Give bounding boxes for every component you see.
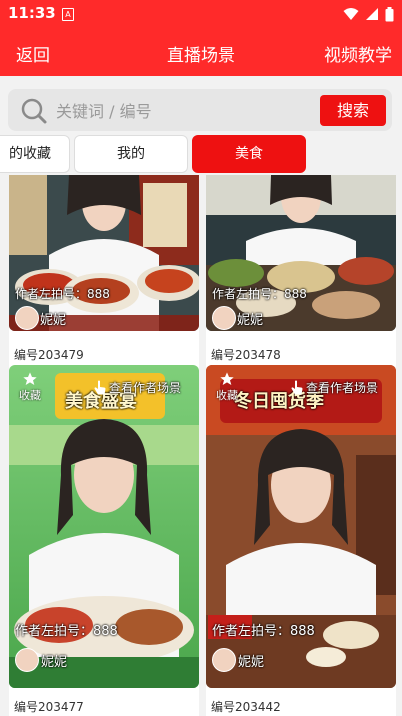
search-input[interactable] — [54, 96, 318, 126]
avatar — [212, 648, 236, 672]
scene-code: 编号203478 — [211, 348, 281, 362]
view-author-scenes-label: 查看作者场景 — [306, 381, 379, 395]
star-icon — [23, 372, 37, 385]
favorite-label: 收藏 — [216, 389, 238, 402]
search-bar: 搜索 — [8, 89, 392, 131]
status-bar: 11:33 A — [0, 0, 402, 28]
scene-thumbnail[interactable]: 作者左拍号：888 妮妮 — [9, 175, 199, 331]
avatar — [15, 648, 39, 672]
wifi-icon — [343, 8, 359, 20]
author-name: 妮妮 — [40, 313, 67, 328]
category-tabs: 的收藏 我的 美食 — [0, 135, 402, 175]
photographer-label: 作者左拍号：888 — [212, 624, 315, 639]
scene-card[interactable]: 作者左拍号：888 妮妮 编号203479 — [9, 175, 199, 365]
status-time: 11:33 — [8, 4, 56, 22]
photographer-label: 作者左拍号：888 — [15, 624, 118, 639]
scene-grid: 作者左拍号：888 妮妮 编号203479 作者左拍号：888 妮妮 编号203… — [0, 175, 402, 716]
battery-icon — [385, 6, 394, 21]
author-name: 妮妮 — [238, 655, 265, 670]
view-author-scenes-label: 查看作者场景 — [109, 381, 182, 395]
scene-code: 编号203442 — [211, 700, 281, 714]
scene-card[interactable]: 作者左拍号：888 妮妮 编号203478 — [206, 175, 396, 365]
photographer-label: 作者左拍号：888 — [15, 287, 110, 301]
sim-icon: A — [62, 8, 74, 21]
tab-food[interactable]: 美食 — [192, 135, 306, 173]
scene-card[interactable]: 冬日囤货季 收藏 查看作者场景 作者左拍号：888 妮妮 编号203442 — [206, 365, 396, 716]
author-name: 妮妮 — [41, 655, 68, 670]
favorite-button[interactable]: 收藏 — [216, 371, 238, 403]
status-icons — [343, 6, 394, 22]
favorite-label: 收藏 — [19, 389, 41, 402]
tab-mine[interactable]: 我的 — [74, 135, 188, 173]
scene-thumbnail[interactable]: 美食盛宴 收藏 查看作者场景 作者左拍号：888 妮妮 — [9, 365, 199, 688]
favorite-button[interactable]: 收藏 — [19, 371, 41, 403]
scene-card[interactable]: 美食盛宴 收藏 查看作者场景 作者左拍号：888 妮妮 编号203477 — [9, 365, 199, 716]
video-tutorial-button[interactable]: 视频教学 — [324, 41, 392, 66]
avatar — [15, 306, 39, 330]
hand-pointer-icon — [291, 380, 303, 394]
hand-pointer-icon — [94, 380, 106, 394]
avatar — [212, 306, 236, 330]
scene-code: 编号203477 — [14, 700, 84, 714]
star-icon — [220, 372, 234, 385]
scene-code: 编号203479 — [14, 348, 84, 362]
signal-icon — [366, 8, 378, 20]
photographer-label: 作者左拍号：888 — [212, 287, 307, 301]
app-bar: 返回 直播场景 视频教学 — [0, 28, 402, 76]
tab-favorites[interactable]: 的收藏 — [0, 135, 70, 173]
scene-thumbnail[interactable]: 作者左拍号：888 妮妮 — [206, 175, 396, 331]
view-author-scenes-button[interactable]: 查看作者场景 — [93, 379, 181, 396]
scene-thumbnail[interactable]: 冬日囤货季 收藏 查看作者场景 作者左拍号：888 妮妮 — [206, 365, 396, 688]
search-icon — [21, 98, 47, 124]
view-author-scenes-button[interactable]: 查看作者场景 — [290, 379, 378, 396]
author-name: 妮妮 — [237, 313, 264, 328]
search-button[interactable]: 搜索 — [320, 95, 386, 126]
